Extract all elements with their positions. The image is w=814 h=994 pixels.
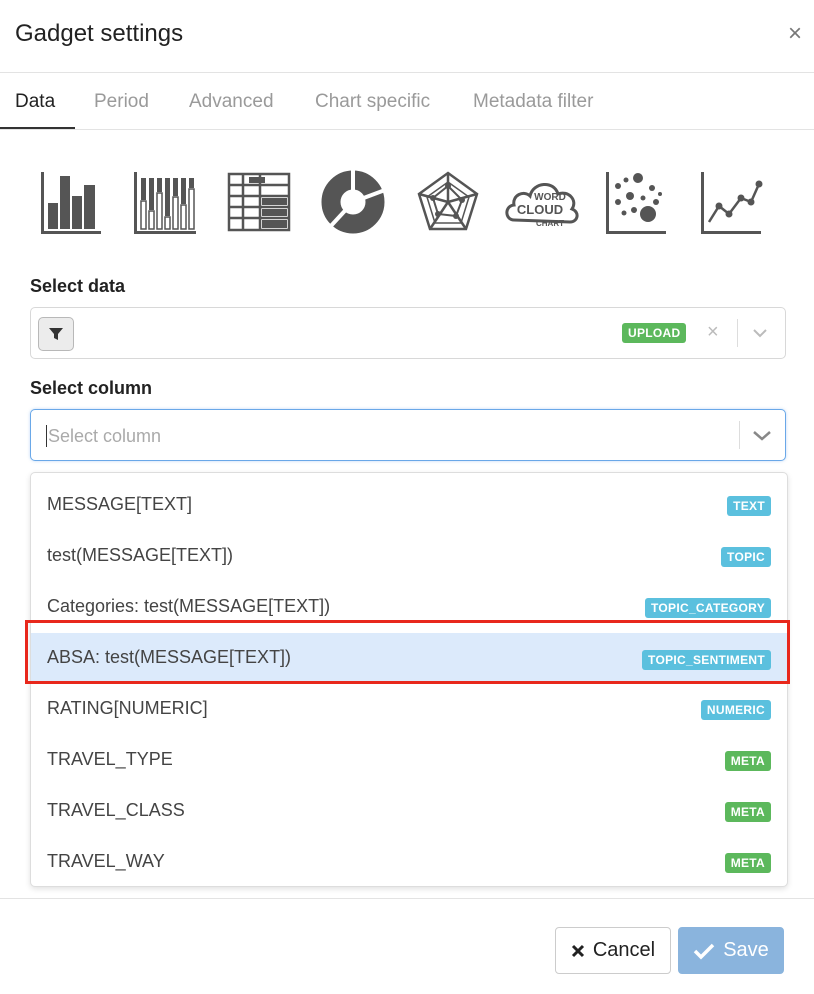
option-categories[interactable]: Categories: test(MESSAGE[TEXT]) TOPIC_CA… xyxy=(31,584,787,632)
option-travel-type[interactable]: TRAVEL_TYPE META xyxy=(31,737,787,785)
radar-chart-icon[interactable] xyxy=(416,168,480,236)
column-dropdown-menu: MESSAGE[TEXT] TEXT test(MESSAGE[TEXT]) T… xyxy=(30,472,788,887)
tab-bar: Data Period Advanced Chart specific Meta… xyxy=(0,73,814,130)
option-label: TRAVEL_TYPE xyxy=(47,749,173,769)
dialog-header: Gadget settings × xyxy=(0,0,814,73)
close-icon xyxy=(571,944,585,958)
tab-advanced[interactable]: Advanced xyxy=(189,91,274,113)
type-badge: TOPIC xyxy=(721,547,771,567)
footer-divider xyxy=(0,898,814,899)
active-tab-indicator xyxy=(0,127,75,129)
select-separator xyxy=(739,421,740,449)
word-cloud-text-2: CLOUD xyxy=(517,202,563,217)
dialog-title: Gadget settings xyxy=(15,20,184,47)
stacked-bar-chart-icon[interactable] xyxy=(133,168,197,236)
option-message-text[interactable]: MESSAGE[TEXT] TEXT xyxy=(31,482,787,530)
chevron-down-icon[interactable] xyxy=(752,429,772,447)
tab-period[interactable]: Period xyxy=(94,91,149,113)
type-badge: META xyxy=(724,802,771,822)
select-data-label: Select data xyxy=(30,276,126,296)
filter-button[interactable] xyxy=(38,317,74,351)
tab-metadata-filter[interactable]: Metadata filter xyxy=(473,91,593,113)
word-cloud-chart-icon[interactable]: WORD CLOUD CHART xyxy=(502,168,582,236)
cancel-button[interactable]: Cancel xyxy=(555,927,671,974)
type-badge: META xyxy=(724,751,771,771)
option-label: Categories: test(MESSAGE[TEXT]) xyxy=(47,596,331,616)
option-label: ABSA: test(MESSAGE[TEXT]) xyxy=(47,647,292,667)
type-badge: NUMERIC xyxy=(700,700,771,720)
option-label: test(MESSAGE[TEXT]) xyxy=(47,545,234,565)
select-separator xyxy=(737,319,738,347)
select-column-input[interactable]: Select column xyxy=(46,425,161,447)
upload-badge: UPLOAD xyxy=(622,323,687,343)
chevron-down-icon[interactable] xyxy=(752,326,768,344)
tab-data[interactable]: Data xyxy=(15,91,55,113)
donut-chart-icon[interactable] xyxy=(321,168,386,236)
option-label: TRAVEL_CLASS xyxy=(47,800,185,820)
option-label: MESSAGE[TEXT] xyxy=(47,494,193,514)
option-absa[interactable]: ABSA: test(MESSAGE[TEXT]) TOPIC_SENTIMEN… xyxy=(31,633,787,684)
close-icon[interactable]: × xyxy=(788,20,802,48)
filter-icon xyxy=(49,328,63,340)
table-icon[interactable] xyxy=(227,168,291,236)
type-badge: TOPIC_SENTIMENT xyxy=(642,650,771,670)
type-badge: META xyxy=(724,853,771,873)
cancel-label: Cancel xyxy=(592,939,656,961)
select-column-label: Select column xyxy=(30,378,153,398)
line-chart-icon[interactable] xyxy=(699,168,763,236)
select-data-field[interactable]: UPLOAD × xyxy=(30,307,786,359)
type-badge: TEXT xyxy=(727,496,771,516)
save-label: Save xyxy=(723,939,769,961)
option-travel-class[interactable]: TRAVEL_CLASS META xyxy=(31,788,787,836)
save-button[interactable]: Save xyxy=(678,927,784,974)
clear-icon[interactable]: × xyxy=(707,321,719,344)
option-label: RATING[NUMERIC] xyxy=(47,698,208,718)
chart-type-picker: WORD CLOUD CHART xyxy=(38,168,768,238)
scatter-chart-icon[interactable] xyxy=(604,168,668,236)
option-rating[interactable]: RATING[NUMERIC] NUMERIC xyxy=(31,686,787,734)
bar-chart-icon[interactable] xyxy=(38,168,102,236)
option-travel-way[interactable]: TRAVEL_WAY META xyxy=(31,839,787,887)
type-badge: TOPIC_CATEGORY xyxy=(645,598,771,618)
check-icon xyxy=(693,942,715,960)
option-topic[interactable]: test(MESSAGE[TEXT]) TOPIC xyxy=(31,533,787,581)
option-label: TRAVEL_WAY xyxy=(47,851,165,871)
word-cloud-text-3: CHART xyxy=(536,219,564,228)
tab-chart-specific[interactable]: Chart specific xyxy=(315,91,430,113)
select-column-field[interactable]: Select column xyxy=(30,409,786,461)
